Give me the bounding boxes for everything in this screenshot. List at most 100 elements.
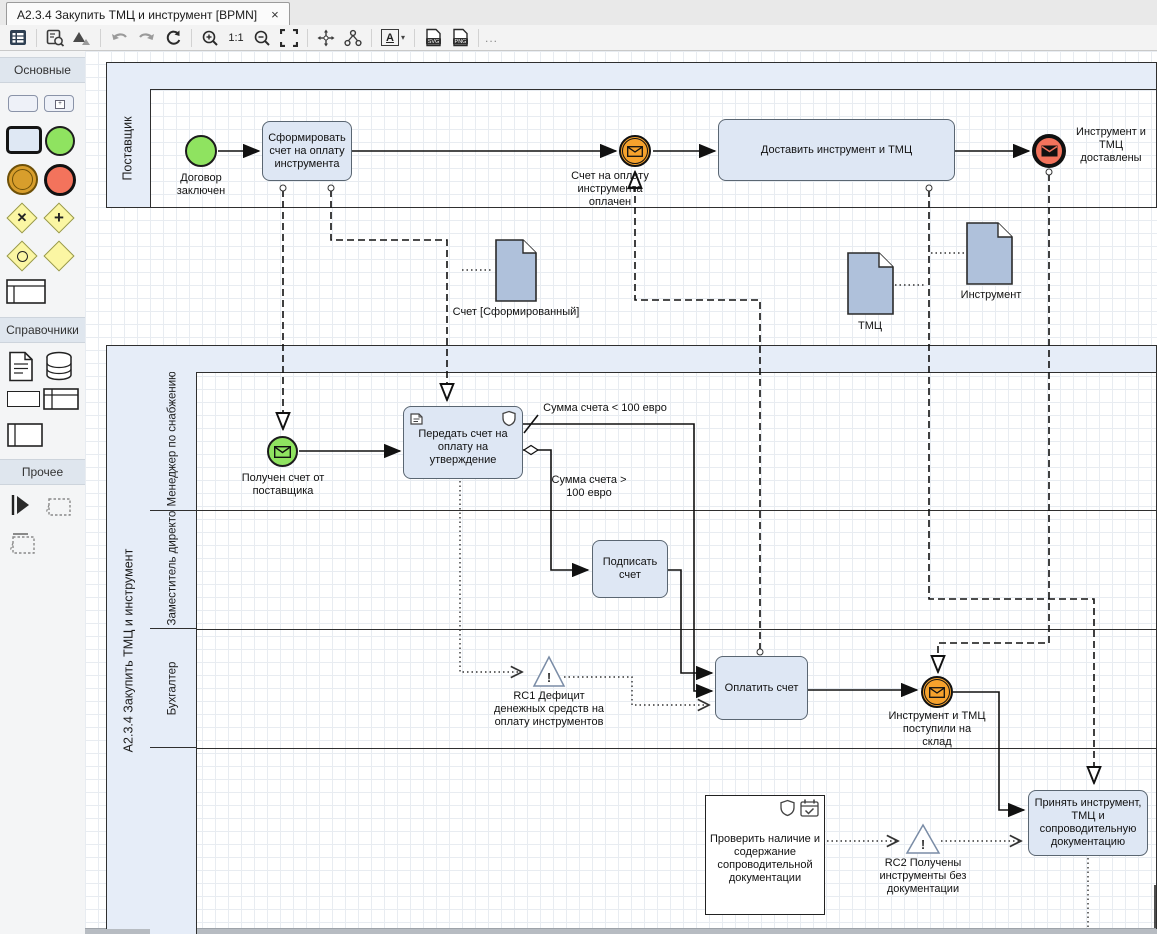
assoc-pass-to-rc1[interactable] — [460, 481, 522, 672]
toolbar-more-button[interactable]: ... — [485, 31, 498, 45]
toolbar-separator — [100, 29, 101, 47]
tab-bar: А2.3.4 Закупить ТМЦ и инструмент [BPMN] … — [0, 0, 1157, 26]
message-source-dot — [926, 185, 932, 191]
toolbar: 1:1 A ▾ SVG PNG ... — [0, 25, 1157, 51]
task-check-docs[interactable]: Проверить наличие и содержание сопроводи… — [705, 795, 825, 915]
palette-call-activity-shape[interactable] — [6, 127, 42, 153]
toolbar-separator — [191, 29, 192, 47]
document-invoice[interactable] — [496, 240, 536, 301]
palette-parallel-gateway-shape[interactable]: + — [45, 204, 73, 232]
rc1-exclamation: ! — [547, 670, 551, 685]
task-sign-label: Подписать счет — [595, 556, 665, 582]
task-pay[interactable]: Оплатить счет — [715, 656, 808, 720]
label-flow-lt100: Сумма счета < 100 евро — [530, 402, 680, 415]
label-doc-invoice: Счет [Сформированный] — [448, 306, 584, 319]
task-form-invoice[interactable]: Сформировать счет на оплату инструмента — [262, 121, 352, 181]
find-element-icon[interactable] — [43, 27, 67, 49]
document-tmc[interactable] — [848, 253, 893, 314]
task-accept[interactable]: Принять инструмент, ТМЦ и сопроводительн… — [1028, 790, 1148, 856]
palette-subprocess-shape[interactable]: + — [44, 95, 74, 111]
zoom-100-button[interactable]: 1:1 — [225, 32, 247, 44]
font-style-button[interactable]: A ▾ — [378, 27, 408, 49]
toolbar-separator — [414, 29, 415, 47]
tab-title: А2.3.4 Закупить ТМЦ и инструмент [BPMN] — [17, 8, 257, 22]
end-event-delivered[interactable] — [1032, 134, 1066, 168]
palette-titled-rectangle-shape[interactable] — [7, 423, 43, 447]
refresh-icon[interactable] — [161, 27, 185, 49]
label-invoice-received: Получен счет от поставщика — [222, 472, 344, 498]
auto-layout-icon[interactable] — [341, 27, 365, 49]
palette-section-references[interactable]: Справочники — [0, 317, 85, 343]
shield-icon — [501, 410, 517, 431]
palette-section-basic[interactable]: Основные — [0, 57, 85, 83]
document-tool[interactable] — [967, 223, 1012, 284]
validate-diagram-icon[interactable] — [70, 27, 94, 49]
redo-icon[interactable] — [134, 27, 158, 49]
message-form-to-pass[interactable] — [331, 190, 447, 400]
message-source-dot — [328, 185, 334, 191]
message-source-dot — [1046, 169, 1052, 175]
palette-table-shape[interactable] — [43, 388, 79, 410]
task-deliver[interactable]: Доставить инструмент и ТМЦ — [718, 119, 955, 181]
intermediate-event-invoice-paid[interactable] — [619, 135, 651, 167]
flow-sign-to-pay[interactable] — [668, 570, 712, 673]
palette-rectangle-shape[interactable] — [7, 391, 40, 407]
toolbar-separator — [307, 29, 308, 47]
chevron-down-icon: ▾ — [401, 33, 405, 42]
svg-badge: SVG — [427, 39, 439, 45]
toolbar-separator — [478, 29, 479, 47]
manual-task-icon — [409, 411, 424, 430]
document-tab[interactable]: А2.3.4 Закупить ТМЦ и инструмент [BPMN] … — [6, 2, 290, 26]
palette-pool-shape[interactable] — [6, 279, 46, 304]
calendar-check-icon — [799, 798, 820, 822]
export-png-icon[interactable]: PNG — [448, 27, 472, 49]
start-event-contract[interactable] — [185, 135, 217, 167]
risk-rc1-triangle[interactable]: ! — [534, 657, 564, 686]
palette-end-event-shape[interactable] — [44, 164, 76, 196]
palette-exclusive-gateway-shape[interactable]: ✕ — [8, 204, 36, 232]
label-invoice-paid: Счет на оплату инструмента оплачен — [560, 170, 660, 209]
palette-gateway-shape[interactable] — [45, 242, 73, 270]
intermediate-event-goods-arrived[interactable] — [921, 676, 953, 708]
palette-start-event-shape[interactable] — [45, 126, 75, 156]
png-badge: PNG — [454, 39, 466, 45]
start-event-invoice-received[interactable] — [267, 436, 298, 467]
message-source-dot — [280, 185, 286, 191]
label-risk-rc2: RC2 Получены инструменты без документаци… — [862, 857, 984, 896]
task-check-docs-label: Проверить наличие и содержание сопроводи… — [708, 825, 822, 885]
message-icon — [1041, 145, 1058, 157]
palette-annotation-group-shape[interactable] — [8, 531, 36, 555]
rc2-exclamation: ! — [921, 837, 925, 852]
auto-position-icon[interactable] — [314, 27, 338, 49]
tab-close-icon[interactable]: × — [271, 7, 279, 22]
palette-group-shape[interactable] — [44, 495, 72, 517]
task-accept-label: Принять инструмент, ТМЦ и сопроводительн… — [1031, 797, 1145, 849]
risk-rc2-triangle[interactable]: ! — [907, 825, 939, 853]
task-sign[interactable]: Подписать счет — [592, 540, 668, 598]
palette-document-shape[interactable] — [8, 351, 34, 382]
toolbar-separator — [36, 29, 37, 47]
message-icon — [627, 146, 643, 157]
font-letter: A — [381, 29, 399, 46]
palette-intermediate-event-shape[interactable] — [7, 164, 38, 195]
export-svg-icon[interactable]: SVG — [421, 27, 445, 49]
palette-database-shape[interactable] — [44, 351, 74, 382]
label-flow-gt100: Сумма счета > 100 евро — [548, 474, 630, 500]
task-form-invoice-label: Сформировать счет на оплату инструмента — [265, 132, 349, 171]
zoom-in-icon[interactable] — [198, 27, 222, 49]
fit-to-screen-icon[interactable] — [277, 27, 301, 49]
properties-panel-icon[interactable] — [6, 27, 30, 49]
flow-gt100-to-sign[interactable] — [523, 450, 588, 570]
palette-task-shape[interactable] — [8, 95, 38, 111]
label-start-contract: Договор заключен — [161, 172, 241, 198]
shield-icon — [779, 799, 796, 821]
zoom-out-icon[interactable] — [250, 27, 274, 49]
message-source-dot — [757, 649, 763, 655]
task-pass-invoice[interactable]: Передать счет на оплату на утверждение — [403, 406, 523, 479]
bpmn-editor-window: А2.3.4 Закупить ТМЦ и инструмент [BPMN] … — [0, 0, 1157, 934]
palette-offpage-connector-shape[interactable] — [10, 493, 32, 517]
palette-inclusive-gateway-shape[interactable] — [8, 242, 36, 270]
message-icon — [929, 687, 945, 698]
undo-icon[interactable] — [107, 27, 131, 49]
palette-section-other[interactable]: Прочее — [0, 459, 85, 485]
